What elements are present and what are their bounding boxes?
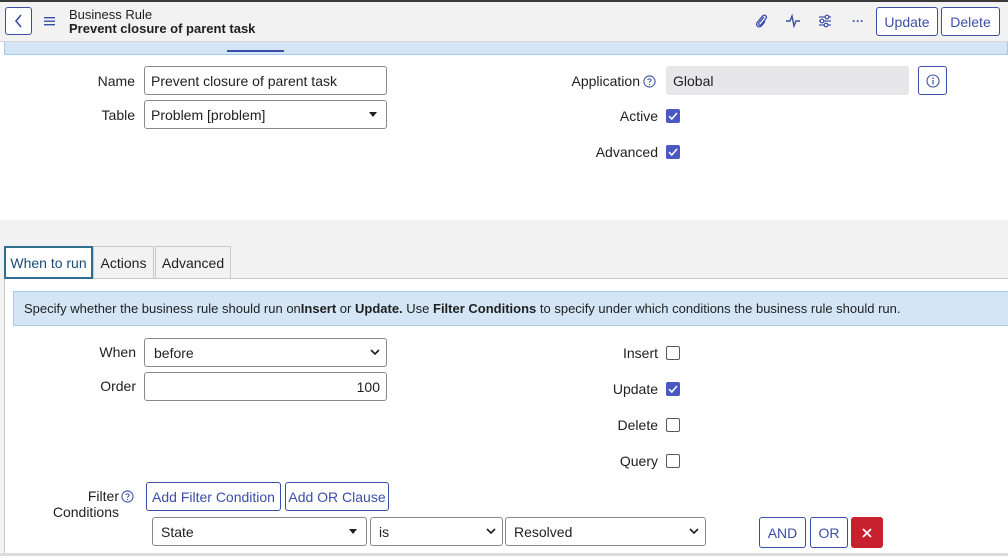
caret-down-icon <box>369 112 377 117</box>
info-text-4: to specify under which conditions the bu… <box>536 301 901 316</box>
form-header: Business Rule Prevent closure of parent … <box>0 2 1008 42</box>
chevron-down-icon <box>689 528 699 535</box>
checkmark-icon <box>668 148 678 157</box>
collapsed-banner <box>4 42 1008 55</box>
condition-operator-value: is <box>379 523 390 540</box>
query-label: Query <box>619 453 658 469</box>
add-filter-condition-button[interactable]: Add Filter Condition <box>146 482 281 511</box>
advanced-checkbox[interactable] <box>666 145 680 159</box>
condition-field-select[interactable]: State <box>152 517 367 546</box>
application-field: Global <box>666 66 909 95</box>
help-icon[interactable] <box>121 490 134 503</box>
checkmark-icon <box>668 385 678 394</box>
chevron-left-icon <box>14 14 22 28</box>
and-button[interactable]: AND <box>759 517 806 548</box>
delete-button[interactable]: Delete <box>941 7 1000 36</box>
tabs-divider <box>4 278 1008 279</box>
info-text-2: or <box>336 301 355 316</box>
filter-conditions-label: Filter Conditions <box>52 488 119 520</box>
caret-down-icon <box>349 529 357 534</box>
add-or-clause-button[interactable]: Add OR Clause <box>285 482 389 511</box>
info-text-1: Specify whether the business rule should… <box>24 301 301 316</box>
tab-advanced[interactable]: Advanced <box>155 246 231 278</box>
condition-value-value: Resolved <box>514 523 573 540</box>
update-checkbox[interactable] <box>666 382 680 396</box>
info-bold-update: Update. <box>354 301 403 316</box>
info-icon <box>925 73 940 88</box>
checkmark-icon <box>668 112 678 121</box>
tab-actions[interactable]: Actions <box>93 246 154 278</box>
condition-operator-select[interactable]: is <box>370 517 503 546</box>
info-text-3: Use <box>402 301 433 316</box>
or-button[interactable]: OR <box>810 517 848 548</box>
active-label: Active <box>619 108 658 124</box>
more-options-icon[interactable]: ··· <box>848 11 868 31</box>
when-select-value: before <box>154 344 194 361</box>
info-message: Specify whether the business rule should… <box>13 291 1008 326</box>
record-type: Business Rule <box>69 7 153 22</box>
help-icon[interactable] <box>643 75 656 88</box>
hamburger-icon[interactable] <box>44 13 56 29</box>
application-info-button[interactable] <box>918 66 947 95</box>
back-button[interactable] <box>5 7 32 35</box>
update-label: Update <box>612 381 658 397</box>
insert-label: Insert <box>622 345 658 361</box>
attachment-icon[interactable] <box>751 11 771 31</box>
activity-icon[interactable] <box>783 11 803 31</box>
chevron-down-icon <box>486 528 496 535</box>
delete-label: Delete <box>617 417 658 433</box>
order-label: Order <box>100 378 136 394</box>
table-select[interactable]: Problem [problem] <box>144 100 387 129</box>
application-label: Application <box>571 73 641 89</box>
delete-condition-button[interactable] <box>851 517 883 548</box>
close-icon <box>862 527 872 538</box>
when-label: When <box>99 344 136 360</box>
chevron-down-icon <box>370 349 380 356</box>
update-button[interactable]: Update <box>876 7 938 36</box>
table-label: Table <box>101 107 135 123</box>
info-bold-filter: Filter Conditions <box>433 301 537 316</box>
condition-field-value: State <box>161 523 194 540</box>
condition-value-select[interactable]: Resolved <box>505 517 706 546</box>
delete-checkbox[interactable] <box>666 418 680 432</box>
settings-sliders-icon[interactable] <box>815 11 835 31</box>
advanced-label: Advanced <box>595 144 658 160</box>
info-bold-insert: Insert <box>300 301 337 316</box>
name-field[interactable]: Prevent closure of parent task <box>144 66 387 95</box>
tab-when-to-run[interactable]: When to run <box>4 246 93 279</box>
when-select[interactable]: before <box>144 338 387 367</box>
record-title: Prevent closure of parent task <box>69 21 256 36</box>
banner-tab-indicator <box>227 50 284 52</box>
active-checkbox[interactable] <box>666 109 680 123</box>
insert-checkbox[interactable] <box>666 346 680 360</box>
query-checkbox[interactable] <box>666 454 680 468</box>
table-select-value: Problem [problem] <box>151 106 266 123</box>
order-input[interactable]: 100 <box>144 372 387 401</box>
name-label: Name <box>97 73 135 89</box>
